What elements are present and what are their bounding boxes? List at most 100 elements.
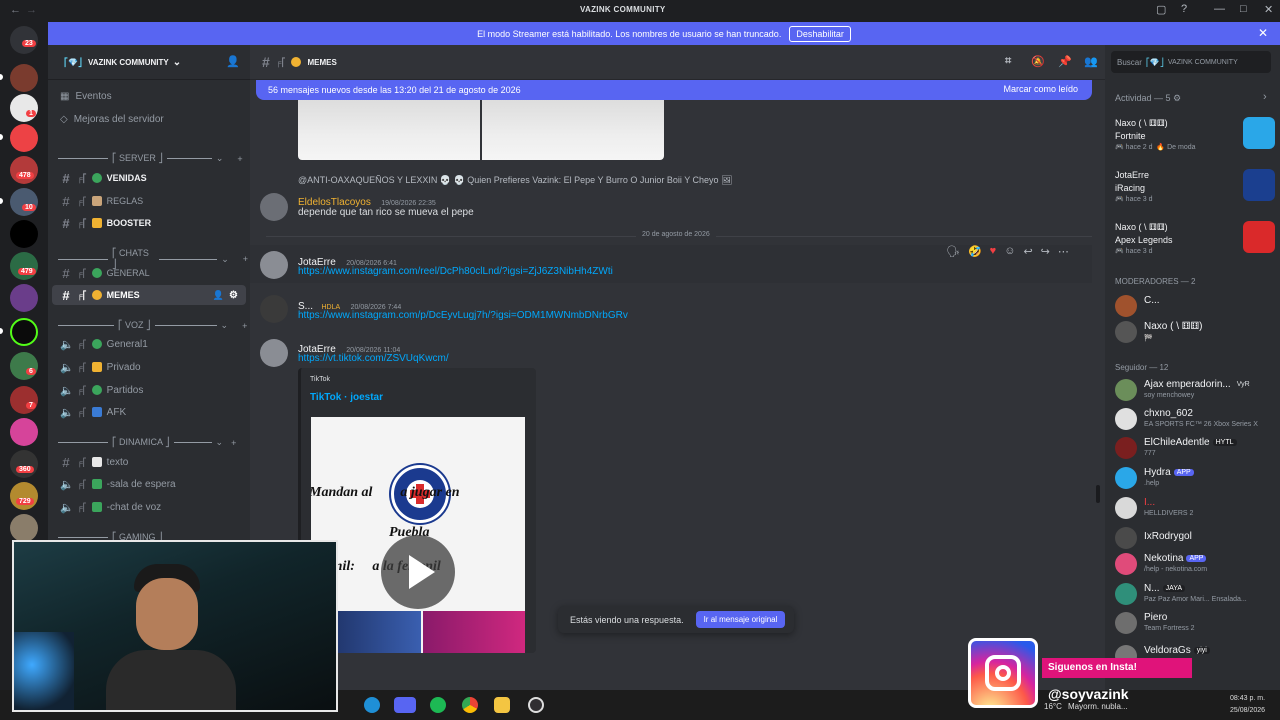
server-icon-tiktok[interactable] <box>10 220 38 248</box>
server-icon-8[interactable] <box>10 352 38 380</box>
close-banner-icon[interactable]: ✕ <box>1258 26 1268 40</box>
voice-channel-privado[interactable]: 🔈 ╒⎡ Privado <box>52 357 246 377</box>
category-server[interactable]: ⎡ SERVER ⎦ ⌄ + <box>58 153 248 164</box>
channel-texto[interactable]: # ╒⎡ texto <box>52 452 246 472</box>
server-icon-4[interactable] <box>10 156 38 184</box>
avatar[interactable] <box>260 339 288 367</box>
members-icon[interactable]: 👥 <box>1084 55 1098 68</box>
activity-card[interactable]: Naxo ( \ ⚅⚅) Fortnite 🎮 hace 2 d 🔥 De mo… <box>1111 113 1275 157</box>
inbox-icon[interactable]: ▢ <box>1156 3 1166 16</box>
disable-streamer-button[interactable]: Deshabilitar <box>789 25 851 42</box>
member-item[interactable]: Nekotina APP /help - nekotina.com <box>1115 551 1275 577</box>
member-item[interactable]: N... JAYA Paz Paz Amor Mari... Ensalada..… <box>1115 581 1275 607</box>
events-link[interactable]: ▦ Eventos <box>60 91 112 102</box>
reaction-icon-1[interactable]: 🗣 <box>946 245 960 258</box>
voice-channel-afk[interactable]: 🔈 ╒⎡ AFK <box>52 402 246 422</box>
file-explorer-icon[interactable] <box>494 697 510 713</box>
server-header[interactable]: ⎡💎⎦ VAZINK COMMUNITY ⌄ 👤 <box>48 45 250 80</box>
chevron-right-icon[interactable]: › <box>1263 91 1267 103</box>
close-window-button[interactable]: ✕ <box>1264 3 1273 16</box>
avatar[interactable] <box>260 295 288 323</box>
server-icon-1[interactable] <box>10 64 38 92</box>
member-item[interactable]: Piero Team Fortress 2 <box>1115 610 1275 636</box>
message-link[interactable]: https://vt.tiktok.com/ZSVUqKwcm/ <box>298 353 449 364</box>
member-item[interactable]: Ajax emperadorin... VyR soy menchowey <box>1115 377 1275 403</box>
reaction-icon-2[interactable]: 🤣 <box>968 245 982 258</box>
server-icon-2[interactable] <box>10 94 38 122</box>
minimize-button[interactable]: — <box>1214 3 1225 15</box>
avatar[interactable] <box>260 251 288 279</box>
member-item[interactable]: I... HELLDIVERS 2 <box>1115 495 1275 521</box>
activity-header[interactable]: Actividad — 5 ⚙ <box>1115 93 1181 104</box>
member-item[interactable]: Hydra APP .help <box>1115 465 1275 491</box>
add-member-icon[interactable]: 👤 <box>226 55 240 68</box>
embed-video[interactable]: Mandan al a jugar en Puebla varonil: a l… <box>311 417 525 653</box>
activity-card[interactable]: JotaErre iRacing 🎮 hace 3 d <box>1111 165 1275 209</box>
gear-icon[interactable]: ⚙ <box>229 290 238 301</box>
mute-icon[interactable]: 🔕 <box>1031 55 1045 68</box>
server-icon-9[interactable] <box>10 386 38 414</box>
server-icon-7[interactable] <box>10 284 38 312</box>
server-icon-11[interactable] <box>10 450 38 478</box>
voice-channel-sala[interactable]: 🔈 ╒⎡ -sala de espera <box>52 474 246 494</box>
server-icon-5[interactable] <box>10 188 38 216</box>
category-voz[interactable]: ⎡ VOZ ⎦ ⌄ + <box>58 320 248 331</box>
voice-channel-partidos[interactable]: 🔈 ╒⎡ Partidos <box>52 380 246 400</box>
add-channel-icon[interactable]: + <box>231 438 236 448</box>
server-icon-13[interactable] <box>10 514 38 542</box>
more-icon[interactable]: ⋯ <box>1058 245 1069 258</box>
server-icon-kick[interactable] <box>10 318 38 346</box>
member-item[interactable]: ElChileAdentle HYTL 777 <box>1115 435 1275 461</box>
member-item[interactable]: chxno_602 EA SPORTS FC™ 26 Xbox Series X <box>1115 406 1275 432</box>
invite-icon[interactable]: 👤 <box>213 290 224 301</box>
add-channel-icon[interactable]: + <box>237 154 242 164</box>
voice-channel-general1[interactable]: 🔈 ╒⎡ General1 <box>52 334 246 354</box>
boosts-link[interactable]: ◇ Mejoras del servidor <box>60 114 164 125</box>
threads-icon[interactable]: ⌗ <box>1005 55 1011 68</box>
play-button[interactable] <box>381 535 455 609</box>
previous-image-1[interactable] <box>298 100 480 160</box>
scrollbar-thumb[interactable] <box>1096 485 1100 503</box>
help-icon[interactable]: ? <box>1181 3 1187 15</box>
search-input[interactable]: Buscar ⎡💎⎦ VAZINK COMMUNITY <box>1111 51 1271 73</box>
add-channel-icon[interactable]: + <box>242 321 247 331</box>
channel-reglas[interactable]: # ╒⎡ REGLAS <box>52 191 246 211</box>
channel-booster[interactable]: # ╒⎡ BOOSTER <box>52 213 246 233</box>
chrome-icon[interactable] <box>462 697 478 713</box>
message-link[interactable]: https://www.instagram.com/reel/DcPh80clL… <box>298 266 613 277</box>
forward-icon[interactable]: ↪ <box>1041 245 1050 258</box>
new-messages-bar[interactable]: 56 mensajes nuevos desde las 13:20 del 2… <box>256 80 1092 100</box>
add-reaction-icon[interactable]: ☺ <box>1004 245 1015 257</box>
message-link[interactable]: https://www.instagram.com/p/DcEyvLugj7h/… <box>298 310 628 321</box>
server-icon-6[interactable] <box>10 252 38 280</box>
mark-read-button[interactable]: Marcar como leído <box>1003 84 1078 94</box>
back-arrow-icon[interactable]: ← <box>10 4 21 16</box>
server-icon-10[interactable] <box>10 418 38 446</box>
channel-memes[interactable]: # ╒⎡ MEMES 👤 ⚙ <box>52 285 246 305</box>
reply-icon[interactable]: ↩ <box>1023 245 1032 258</box>
forward-arrow-icon[interactable]: → <box>26 4 37 16</box>
heart-icon[interactable]: ♥ <box>990 245 997 257</box>
activity-card[interactable]: Naxo ( \ ⚅⚅) Apex Legends 🎮 hace 3 d <box>1111 217 1275 261</box>
previous-image-2[interactable] <box>482 100 664 160</box>
category-dinamica[interactable]: ⎡ DINAMICA ⎦ ⌄ + <box>58 437 248 448</box>
member-item[interactable]: C... <box>1115 293 1275 319</box>
discord-taskbar-icon[interactable] <box>394 697 416 713</box>
voice-channel-chat[interactable]: 🔈 ╒⎡ -chat de voz <box>52 497 246 517</box>
pin-icon[interactable]: 📌 <box>1058 55 1072 68</box>
maximize-button[interactable]: □ <box>1240 3 1247 15</box>
embed-title[interactable]: TikTok · joestar <box>310 392 383 403</box>
channel-venidas[interactable]: # ╒⎡ VENIDAS <box>52 168 246 188</box>
edge-icon[interactable] <box>364 697 380 713</box>
server-icon-3[interactable] <box>10 124 38 152</box>
server-icon-12[interactable] <box>10 482 38 510</box>
member-item[interactable]: IxRodrygol <box>1115 525 1275 551</box>
go-to-original-button[interactable]: Ir al mensaje original <box>695 611 786 628</box>
member-name: I... <box>1144 497 1156 508</box>
spotify-icon[interactable] <box>430 697 446 713</box>
member-item[interactable]: Naxo ( \ ⚅⚅) 🏁 <box>1115 319 1275 345</box>
avatar[interactable] <box>260 193 288 221</box>
reply-reference[interactable]: @ANTI-OAXAQUEÑOS Y LEXXIN 💀 💀 Quien Pref… <box>298 175 733 186</box>
obs-icon[interactable] <box>528 697 544 713</box>
channel-general[interactable]: # ╒⎡ GENERAL <box>52 263 246 283</box>
